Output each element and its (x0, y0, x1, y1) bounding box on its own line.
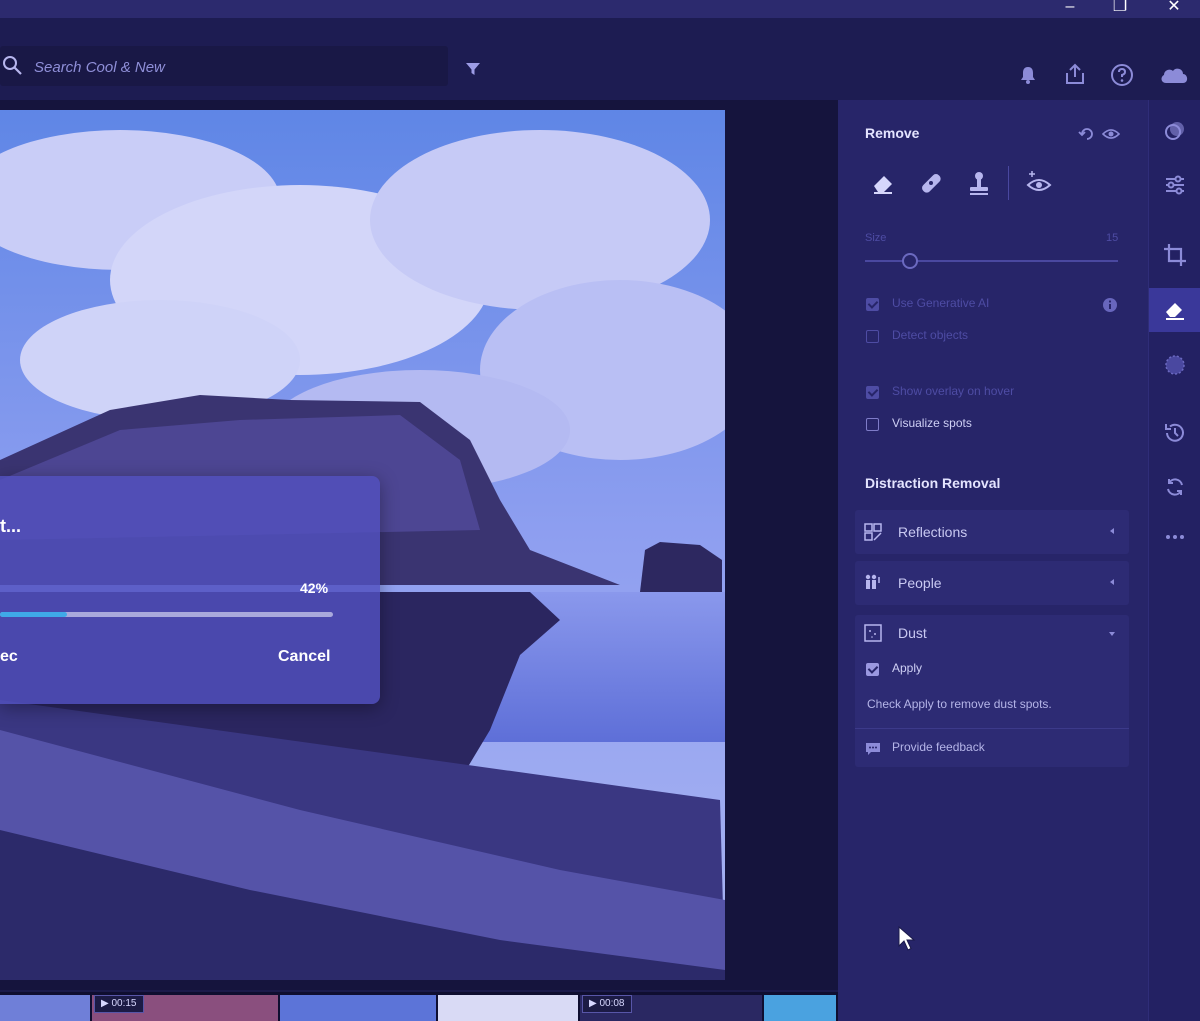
share-icon[interactable] (1062, 62, 1088, 88)
section-divider (855, 728, 1129, 729)
versions-icon[interactable] (1162, 474, 1188, 500)
remove-panel: Remove Size 15 Use Generative AI Detect … (838, 100, 1148, 1021)
dust-apply-checkbox[interactable] (866, 663, 879, 676)
cancel-button[interactable]: Cancel (270, 648, 338, 666)
visualize-spots-label: Visualize spots (892, 416, 972, 430)
dust-icon (864, 624, 882, 642)
remove-tool-icon[interactable] (1162, 297, 1188, 323)
more-icon[interactable] (1162, 524, 1188, 550)
chevron-down-icon[interactable] (1107, 629, 1117, 639)
use-generative-ai-label: Use Generative AI (892, 296, 990, 310)
size-slider-knob[interactable] (902, 253, 918, 269)
adjust-sliders-icon[interactable] (1162, 172, 1188, 198)
close-window-button[interactable]: ✕ (1160, 0, 1188, 18)
panel-title: Remove (865, 125, 920, 141)
mouse-cursor-icon (898, 926, 916, 951)
detect-objects-checkbox[interactable] (866, 330, 879, 343)
use-generative-ai-checkbox[interactable] (866, 298, 879, 311)
reveal-icon[interactable] (1024, 168, 1054, 198)
bell-icon[interactable] (1015, 62, 1041, 88)
filmstrip-thumbnail[interactable] (438, 995, 578, 1021)
size-value: 15 (1106, 232, 1119, 244)
filmstrip-thumbnail[interactable] (0, 995, 90, 1021)
dust-help-text: Check Apply to remove dust spots. (867, 697, 1052, 711)
progress-bar (0, 612, 333, 617)
edit-icon[interactable] (1162, 118, 1188, 144)
search-box[interactable] (0, 46, 448, 86)
heal-icon[interactable] (916, 168, 946, 198)
eraser-icon[interactable] (868, 168, 898, 198)
people-row[interactable]: People (855, 561, 1129, 605)
dust-apply-label: Apply (892, 661, 923, 675)
progress-percent: 42% (300, 580, 329, 596)
crop-icon[interactable] (1162, 242, 1188, 268)
clone-stamp-icon[interactable] (964, 168, 994, 198)
progress-dialog: t... 42% ec Cancel (0, 476, 380, 704)
restore-button[interactable]: ❐ (1106, 0, 1134, 18)
title-bar: – ❐ ✕ (0, 0, 1200, 18)
dust-label: Dust (898, 625, 927, 641)
chevron-left-icon (1110, 579, 1114, 585)
dialog-secondary-button[interactable]: ec (0, 648, 18, 666)
video-duration: ▶ 00:15 (94, 995, 144, 1013)
filter-icon[interactable] (464, 60, 482, 78)
chevron-left-icon (1110, 528, 1114, 534)
filmstrip: ▶ 00:15 ▶ 00:08 (0, 992, 838, 1021)
video-duration: ▶ 00:08 (582, 995, 632, 1013)
duration-text: 00:08 (599, 998, 625, 1009)
people-label: People (898, 575, 942, 591)
minimize-button[interactable]: – (1056, 0, 1084, 18)
visibility-icon[interactable] (1102, 126, 1120, 142)
top-bar (0, 18, 1200, 100)
reflections-label: Reflections (898, 524, 968, 540)
size-slider[interactable] (865, 253, 1118, 269)
show-overlay-label: Show overlay on hover (892, 384, 1015, 398)
info-icon[interactable] (1102, 297, 1118, 313)
masking-icon[interactable] (1162, 352, 1188, 378)
filmstrip-thumbnail[interactable] (764, 995, 836, 1021)
tool-sidebar (1148, 100, 1200, 1021)
feedback-icon (866, 743, 880, 755)
size-label: Size (865, 232, 887, 244)
help-icon[interactable] (1109, 62, 1135, 88)
progress-bar-fill (0, 612, 67, 617)
dialog-title: t... (0, 516, 21, 536)
filmstrip-thumbnail[interactable] (280, 995, 436, 1021)
reflections-icon (864, 523, 882, 541)
reflections-row[interactable]: Reflections (855, 510, 1129, 554)
search-input[interactable] (32, 54, 436, 80)
provide-feedback-label: Provide feedback (892, 740, 985, 754)
duration-text: 00:15 (111, 998, 137, 1009)
distraction-removal-title: Distraction Removal (865, 475, 1001, 491)
detect-objects-label: Detect objects (892, 328, 969, 342)
show-overlay-checkbox[interactable] (866, 386, 879, 399)
toolbar-divider (1008, 166, 1009, 200)
cloud-icon[interactable] (1158, 62, 1190, 88)
visualize-spots-checkbox[interactable] (866, 418, 879, 431)
people-icon (865, 574, 880, 589)
reset-icon[interactable] (1078, 126, 1096, 142)
history-icon[interactable] (1162, 420, 1188, 446)
search-icon (3, 56, 22, 75)
